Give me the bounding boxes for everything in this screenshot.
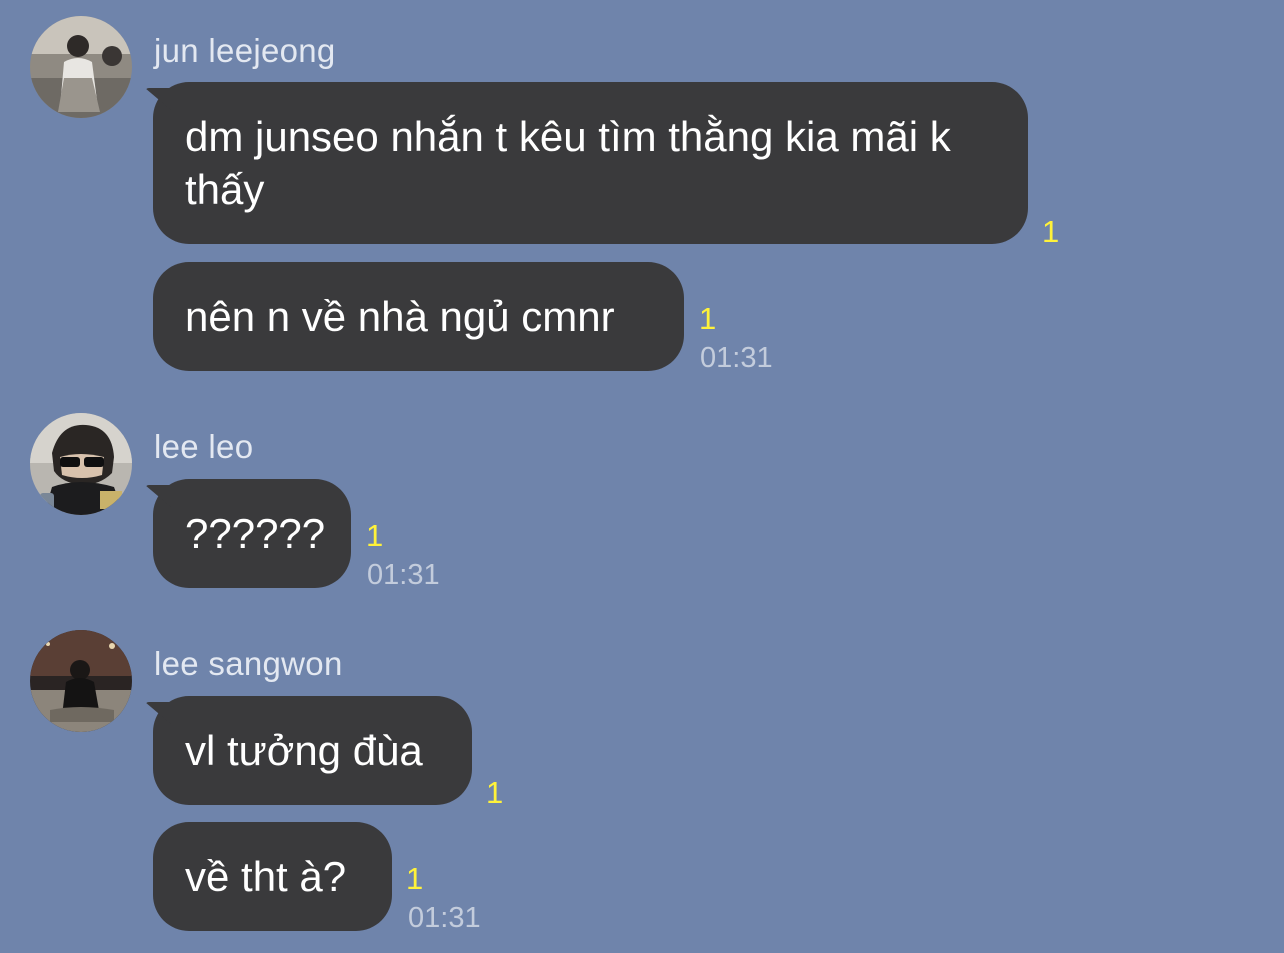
message-bubble[interactable]: nên n về nhà ngủ cmnr bbox=[153, 262, 684, 371]
unread-count: 1 bbox=[406, 861, 424, 896]
message-text: ?????? bbox=[185, 510, 326, 557]
avatar-lee-sangwon[interactable] bbox=[30, 630, 132, 732]
unread-count: 1 bbox=[366, 518, 384, 553]
message-timestamp: 01:31 bbox=[700, 342, 773, 374]
avatar-jun-leejeong[interactable] bbox=[30, 16, 132, 118]
message-text: nên n về nhà ngủ cmnr bbox=[185, 293, 615, 340]
message-bubble[interactable]: về tht à? bbox=[153, 822, 392, 931]
message-bubble[interactable]: ?????? bbox=[153, 479, 351, 588]
unread-count: 1 bbox=[699, 301, 717, 336]
avatar-lee-leo[interactable] bbox=[30, 413, 132, 515]
message-bubble[interactable]: dm junseo nhắn t kêu tìm thằng kia mãi k… bbox=[153, 82, 1028, 244]
sender-name: lee leo bbox=[154, 428, 254, 465]
message-timestamp: 01:31 bbox=[408, 902, 481, 934]
unread-count: 1 bbox=[486, 775, 504, 810]
message-text: về tht à? bbox=[185, 853, 347, 900]
message-bubble[interactable]: vl tưởng đùa bbox=[153, 696, 472, 805]
message-text: dm junseo nhắn t kêu tìm thằng kia mãi k… bbox=[185, 113, 951, 213]
sender-name: jun leejeong bbox=[154, 32, 336, 69]
sender-name: lee sangwon bbox=[154, 645, 343, 682]
unread-count: 1 bbox=[1042, 214, 1060, 249]
message-timestamp: 01:31 bbox=[367, 559, 440, 591]
message-text: vl tưởng đùa bbox=[185, 727, 423, 774]
